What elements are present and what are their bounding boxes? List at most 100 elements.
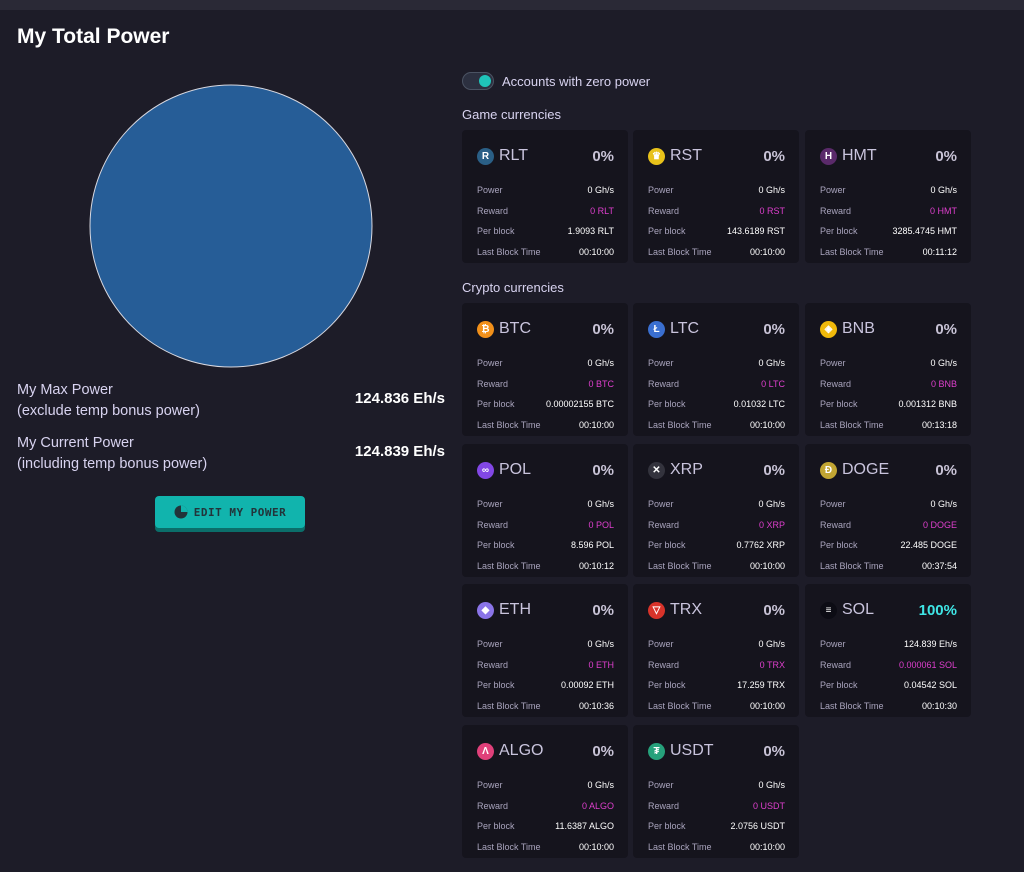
card-row-label: Reward [477, 205, 509, 216]
card-row-reward: Reward 0 RST [648, 201, 785, 222]
card-row-label: Per block [648, 821, 686, 832]
rlt-icon: R [477, 147, 494, 165]
crypto-currencies-label: Crypto currencies [462, 280, 564, 295]
card-row-value: 0 Gh/s [930, 185, 957, 196]
card-row-last-block-time: Last Block Time 00:11:12 [820, 242, 957, 263]
card-coin-name: DOGE [842, 461, 890, 478]
card-header: ₮ USDT 0% [648, 725, 785, 775]
card-coin: H HMT [820, 147, 877, 165]
card-row-last-block-time: Last Block Time 00:10:00 [648, 556, 785, 577]
card-row-value: 11.6387 ALGO [555, 821, 614, 832]
card-row-label: Per block [648, 540, 686, 551]
card-row-label: Last Block Time [648, 246, 712, 257]
card-coin: ▽ TRX [648, 601, 702, 619]
card-share-percent: 0% [763, 320, 785, 338]
card-row-label: Last Block Time [648, 560, 712, 571]
card-coin: R RLT [477, 147, 528, 165]
card-row-power: Power 0 Gh/s [820, 180, 957, 201]
card-share-percent: 0% [935, 461, 957, 479]
card-row-label: Per block [820, 226, 858, 237]
card-row-value: 00:10:00 [578, 841, 614, 852]
card-row-label: Last Block Time [477, 419, 541, 430]
card-row-label: Power [477, 358, 503, 369]
card-row-value: 00:10:00 [749, 700, 785, 711]
card-row-power: Power 0 Gh/s [648, 180, 785, 201]
card-row-value: 0.7762 XRP [736, 540, 785, 551]
card-header: Ð DOGE 0% [820, 444, 957, 494]
card-row-power: Power 124.839 Eh/s [820, 634, 957, 655]
card-row-value: 0 DOGE [922, 519, 957, 530]
card-coin-name: XRP [670, 461, 703, 478]
page-title: My Total Power [17, 25, 170, 48]
card-row-value: 00:13:18 [921, 419, 957, 430]
card-row-label: Per block [477, 540, 515, 551]
card-row-label: Power [648, 780, 674, 791]
card-share-percent: 0% [935, 147, 957, 165]
card-row-label: Power [648, 358, 674, 369]
card-row-label: Power [648, 185, 674, 196]
card-row-value: 1.9093 RLT [567, 226, 614, 237]
card-coin: ◆ ETH [477, 601, 531, 619]
card-row-label: Last Block Time [648, 419, 712, 430]
card-header: ✕ XRP 0% [648, 444, 785, 494]
card-row-power: Power 0 Gh/s [477, 180, 614, 201]
card-share-percent: 0% [592, 320, 614, 338]
card-row-reward: Reward 0 BNB [820, 374, 957, 395]
card-row-label: Last Block Time [648, 841, 712, 852]
currency-card-xrp: ✕ XRP 0% Power 0 Gh/s Reward 0 XRP Per block 0.7… [633, 444, 799, 577]
zero-power-toggle[interactable] [462, 72, 494, 90]
card-header: ◆ ETH 0% [477, 584, 614, 634]
algo-icon: Λ [477, 742, 494, 760]
card-header: H HMT 0% [820, 130, 957, 180]
currency-card-bnb: ◈ BNB 0% Power 0 Gh/s Reward 0 BNB Per block 0.0… [805, 303, 971, 436]
card-row-value: 0 Gh/s [758, 780, 785, 791]
card-row-power: Power 0 Gh/s [648, 353, 785, 374]
card-row-value: 00:10:30 [921, 700, 957, 711]
card-row-last-block-time: Last Block Time 00:10:30 [820, 696, 957, 717]
card-header: ♛ RST 0% [648, 130, 785, 180]
card-coin: ≡ SOL [820, 601, 874, 619]
card-row-label: Per block [648, 399, 686, 410]
card-row-label: Last Block Time [820, 700, 884, 711]
edit-my-power-button[interactable]: EDIT MY POWER [155, 496, 305, 528]
card-coin-name: RLT [499, 147, 529, 164]
card-row-value: 0 Gh/s [758, 499, 785, 510]
card-row-last-block-time: Last Block Time 00:10:00 [648, 242, 785, 263]
card-row-label: Reward [477, 519, 509, 530]
card-row-reward: Reward 0 XRP [648, 515, 785, 536]
card-row-last-block-time: Last Block Time 00:10:00 [477, 837, 614, 858]
card-row-reward: Reward 0 ETH [477, 655, 614, 676]
card-row-label: Last Block Time [477, 841, 541, 852]
card-coin-name: BTC [499, 320, 531, 337]
card-share-percent: 0% [763, 147, 785, 165]
card-row-value: 0 Gh/s [758, 639, 785, 650]
card-header: Λ ALGO 0% [477, 725, 614, 775]
card-row-last-block-time: Last Block Time 00:37:54 [820, 556, 957, 577]
current-power-value: 124.839 Eh/s [354, 443, 445, 460]
card-row-last-block-time: Last Block Time 00:10:12 [477, 556, 614, 577]
card-row-value: 0 XRP [758, 519, 785, 530]
hmt-icon: H [820, 147, 837, 165]
card-row-value: 0 Gh/s [587, 499, 614, 510]
card-share-percent: 0% [592, 601, 614, 619]
toggle-knob [479, 75, 491, 87]
currency-card-eth: ◆ ETH 0% Power 0 Gh/s Reward 0 ETH Per block 0.0… [462, 584, 628, 717]
card-row-reward: Reward 0 POL [477, 515, 614, 536]
card-header: R RLT 0% [477, 130, 614, 180]
power-pie-chart [89, 84, 373, 368]
eth-icon: ◆ [477, 601, 494, 619]
card-row-label: Per block [820, 399, 858, 410]
card-row-value: 0 Gh/s [758, 185, 785, 196]
top-strip [0, 0, 1024, 10]
card-header: ◈ BNB 0% [820, 303, 957, 353]
card-row-value: 0 Gh/s [587, 358, 614, 369]
max-power-stat: My Max Power (exclude temp bonus power) … [17, 380, 445, 422]
card-row-value: 00:10:12 [578, 560, 614, 571]
card-row-label: Reward [648, 800, 680, 811]
card-row-per-block: Per block 3285.4745 HMT [820, 221, 957, 242]
card-row-last-block-time: Last Block Time 00:13:18 [820, 415, 957, 436]
card-row-value: 0 HMT [930, 205, 957, 216]
card-row-value: 0 BNB [930, 378, 957, 389]
card-row-last-block-time: Last Block Time 00:10:00 [648, 415, 785, 436]
card-row-last-block-time: Last Block Time 00:10:36 [477, 696, 614, 717]
